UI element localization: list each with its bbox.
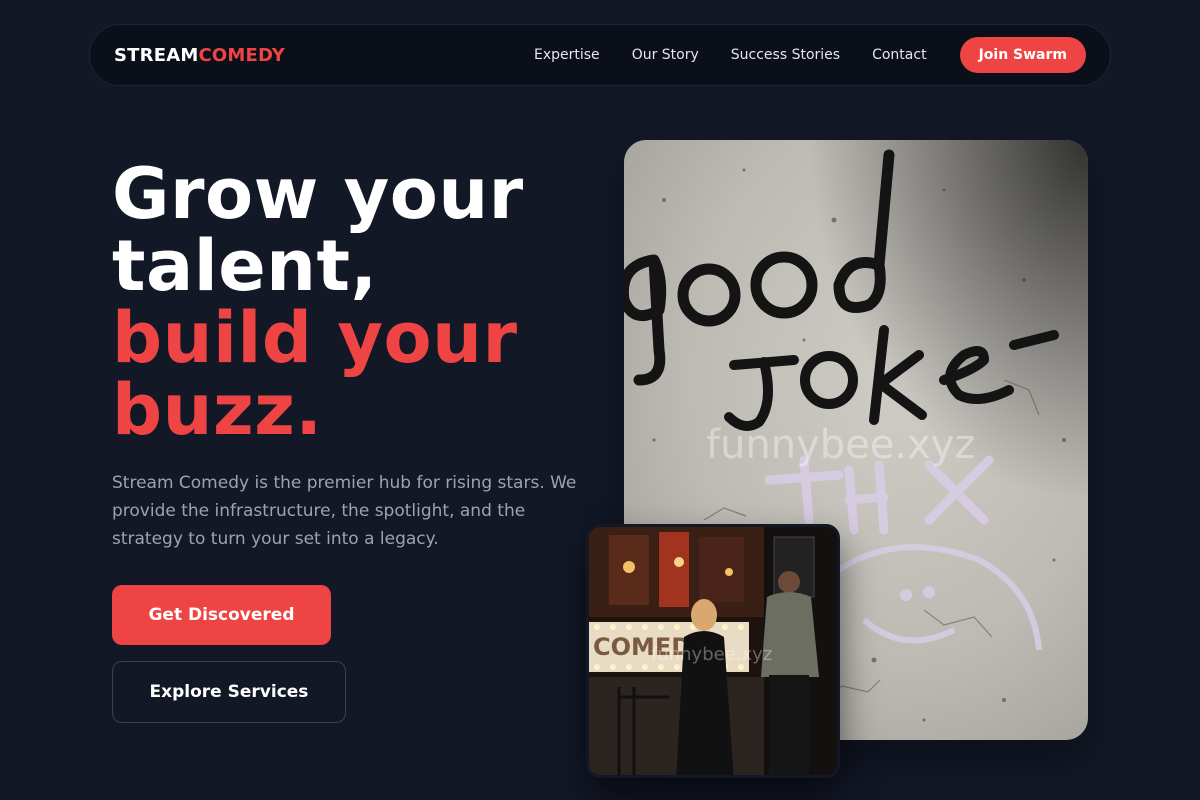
top-navbar: STREAMCOMEDY Expertise Our Story Success… (89, 24, 1111, 86)
hero-image-comedy-club: COMEDY funnybee.xyz (586, 524, 840, 778)
nav-links: Expertise Our Story Success Stories Cont… (534, 47, 927, 63)
join-swarm-button[interactable]: Join Swarm (959, 37, 1086, 73)
brand-logo[interactable]: STREAMCOMEDY (114, 45, 285, 66)
headline-line-1: Grow your (112, 153, 524, 235)
headline-line-4: buzz. (112, 369, 323, 451)
headline-line-2: talent, (112, 225, 378, 307)
get-discovered-button[interactable]: Get Discovered (112, 585, 331, 645)
explore-services-button[interactable]: Explore Services (112, 661, 346, 723)
headline-line-3: build your (112, 297, 518, 379)
image-watermark: funnybee.xyz (706, 422, 976, 468)
hero-headline: Grow your talent, build your buzz. (112, 158, 524, 446)
nav-link-success-stories[interactable]: Success Stories (731, 47, 840, 63)
nav-link-contact[interactable]: Contact (872, 47, 926, 63)
nav-link-expertise[interactable]: Expertise (534, 47, 600, 63)
brand-logo-part2: COMEDY (198, 44, 286, 66)
hero-description: Stream Comedy is the premier hub for ris… (112, 473, 577, 549)
brand-logo-part1: STREAM (114, 44, 199, 66)
nav-link-our-story[interactable]: Our Story (632, 47, 699, 63)
image-watermark-small: funnybee.xyz (651, 644, 773, 665)
